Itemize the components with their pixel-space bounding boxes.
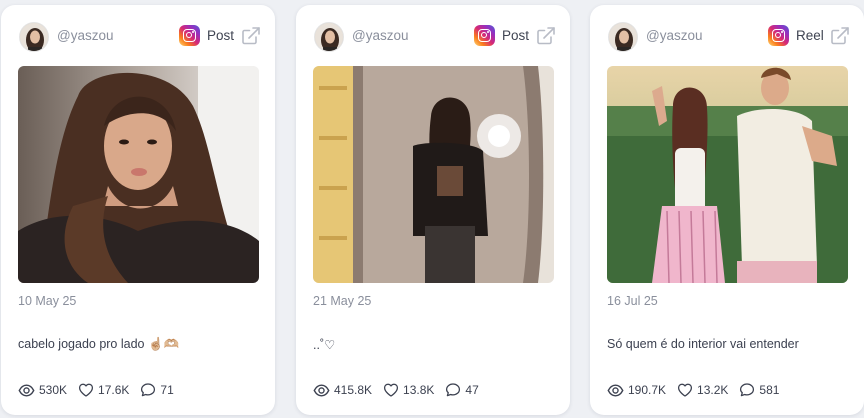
views-count: 530K <box>39 383 68 397</box>
instagram-icon <box>474 25 495 46</box>
post-date: 10 May 25 <box>18 294 77 308</box>
account-handle[interactable]: @yaszou <box>57 28 113 43</box>
views-stat: 415.8K <box>313 382 372 399</box>
views-count: 415.8K <box>334 383 373 397</box>
comments-stat: 47 <box>445 382 479 398</box>
comments-stat: 581 <box>739 382 779 398</box>
post-card[interactable]: @yaszou Reel 16 Jul 25 Só quem é do inte… <box>590 5 864 415</box>
avatar[interactable] <box>608 22 638 52</box>
comment-icon <box>740 383 755 397</box>
post-card[interactable]: @yaszou Post <box>296 5 570 415</box>
likes-stat: 13.2K <box>677 382 728 398</box>
heart-icon <box>78 383 94 397</box>
account-handle[interactable]: @yaszou <box>352 28 408 43</box>
views-stat: 190.7K <box>607 382 666 399</box>
external-link-icon[interactable] <box>830 26 850 46</box>
post-caption: Só quem é do interior vai entender <box>607 337 799 351</box>
comments-stat: 71 <box>140 382 174 398</box>
post-stats: 190.7K 13.2K 581 <box>607 381 790 399</box>
comments-count: 71 <box>160 383 174 397</box>
post-caption: cabelo jogado pro lado ☝🏼🫶🏼 <box>18 337 180 351</box>
post-image[interactable] <box>18 66 259 283</box>
likes-count: 17.6K <box>98 383 130 397</box>
posts-grid: @yaszou Post 10 May 25 cabelo jogado pro… <box>0 0 864 418</box>
post-stats: 415.8K 13.8K 47 <box>313 381 490 399</box>
post-image[interactable] <box>313 66 554 283</box>
views-stat: 530K <box>18 382 67 399</box>
post-caption: ..˚♡ <box>313 338 336 352</box>
likes-stat: 13.8K <box>383 382 434 398</box>
post-image[interactable] <box>607 66 848 283</box>
instagram-icon <box>768 25 789 46</box>
avatar[interactable] <box>19 22 49 52</box>
post-stats: 530K 17.6K 71 <box>18 381 185 399</box>
eye-icon <box>18 384 35 396</box>
post-header: @yaszou Reel <box>590 5 864 65</box>
heart-icon <box>678 383 693 397</box>
post-type-label: Post <box>207 28 235 43</box>
likes-count: 13.2K <box>697 383 729 397</box>
external-link-icon[interactable] <box>536 26 556 46</box>
post-date: 21 May 25 <box>313 294 372 308</box>
comments-count: 47 <box>465 383 479 397</box>
views-count: 190.7K <box>628 383 667 397</box>
post-header: @yaszou Post <box>296 5 570 65</box>
comment-icon <box>446 383 461 397</box>
avatar[interactable] <box>314 22 344 52</box>
heart-icon <box>384 383 399 397</box>
comment-icon <box>141 383 156 397</box>
external-link-icon[interactable] <box>241 26 261 46</box>
post-type-label: Post <box>502 28 530 43</box>
post-date: 16 Jul 25 <box>607 294 658 308</box>
post-type-label: Reel <box>796 28 824 43</box>
instagram-icon <box>179 25 200 46</box>
post-header: @yaszou Post <box>1 5 275 65</box>
comments-count: 581 <box>759 383 780 397</box>
likes-count: 13.8K <box>403 383 435 397</box>
likes-stat: 17.6K <box>78 382 129 398</box>
eye-icon <box>607 384 624 396</box>
post-card[interactable]: @yaszou Post <box>1 5 275 415</box>
account-handle[interactable]: @yaszou <box>646 28 702 43</box>
eye-icon <box>313 384 330 396</box>
